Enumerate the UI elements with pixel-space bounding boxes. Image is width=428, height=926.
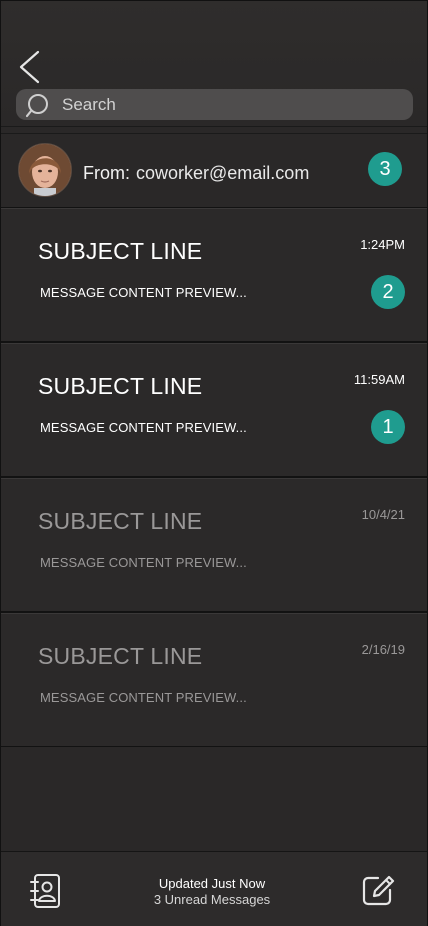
compose-button[interactable] xyxy=(360,872,396,908)
footer-toolbar: Updated Just Now 3 Unread Messages xyxy=(1,851,427,926)
search-icon xyxy=(26,93,48,117)
contacts-book-icon xyxy=(30,874,60,908)
message-badge: 1 xyxy=(371,410,405,444)
message-preview: MESSAGE CONTENT PREVIEW... xyxy=(40,285,247,300)
message-badge: 2 xyxy=(371,275,405,309)
message-subject: SUBJECT LINE xyxy=(38,508,203,534)
message-time: 10/4/21 xyxy=(361,507,405,522)
message-subject: SUBJECT LINE xyxy=(38,373,203,399)
message-time: 11:59AM xyxy=(353,372,405,387)
header xyxy=(1,1,427,127)
status-updated: Updated Just Now xyxy=(158,876,266,891)
chevron-left-icon xyxy=(19,50,40,84)
sender-info: From: coworker@email.com xyxy=(83,163,309,184)
back-button[interactable] xyxy=(15,49,45,85)
message-time: 1:24PM xyxy=(360,237,405,252)
message-preview: MESSAGE CONTENT PREVIEW... xyxy=(40,555,247,570)
message-preview: MESSAGE CONTENT PREVIEW... xyxy=(40,420,247,435)
message-item[interactable]: SUBJECT LINE MESSAGE CONTENT PREVIEW... … xyxy=(1,342,427,477)
message-subject: SUBJECT LINE xyxy=(38,643,203,669)
search-bar[interactable] xyxy=(16,89,413,120)
avatar xyxy=(18,143,72,197)
contacts-button[interactable] xyxy=(28,872,62,910)
compose-icon xyxy=(362,875,395,906)
avatar-image xyxy=(19,144,71,196)
unread-count-badge: 3 xyxy=(368,152,402,186)
message-item[interactable]: SUBJECT LINE MESSAGE CONTENT PREVIEW... … xyxy=(1,477,427,612)
status-unread: 3 Unread Messages xyxy=(153,892,271,907)
message-preview: MESSAGE CONTENT PREVIEW... xyxy=(40,690,247,705)
sender-bar[interactable]: From: coworker@email.com 3 xyxy=(1,133,427,209)
message-time: 2/16/19 xyxy=(361,642,405,657)
from-label: From: xyxy=(83,163,130,183)
sender-address: coworker@email.com xyxy=(136,163,310,183)
message-item[interactable]: SUBJECT LINE MESSAGE CONTENT PREVIEW... … xyxy=(1,612,427,747)
message-subject: SUBJECT LINE xyxy=(38,238,203,264)
search-input[interactable] xyxy=(60,93,364,116)
message-item[interactable]: SUBJECT LINE MESSAGE CONTENT PREVIEW... … xyxy=(1,207,427,342)
status-text: Updated Just Now 3 Unread Messages xyxy=(101,876,323,908)
